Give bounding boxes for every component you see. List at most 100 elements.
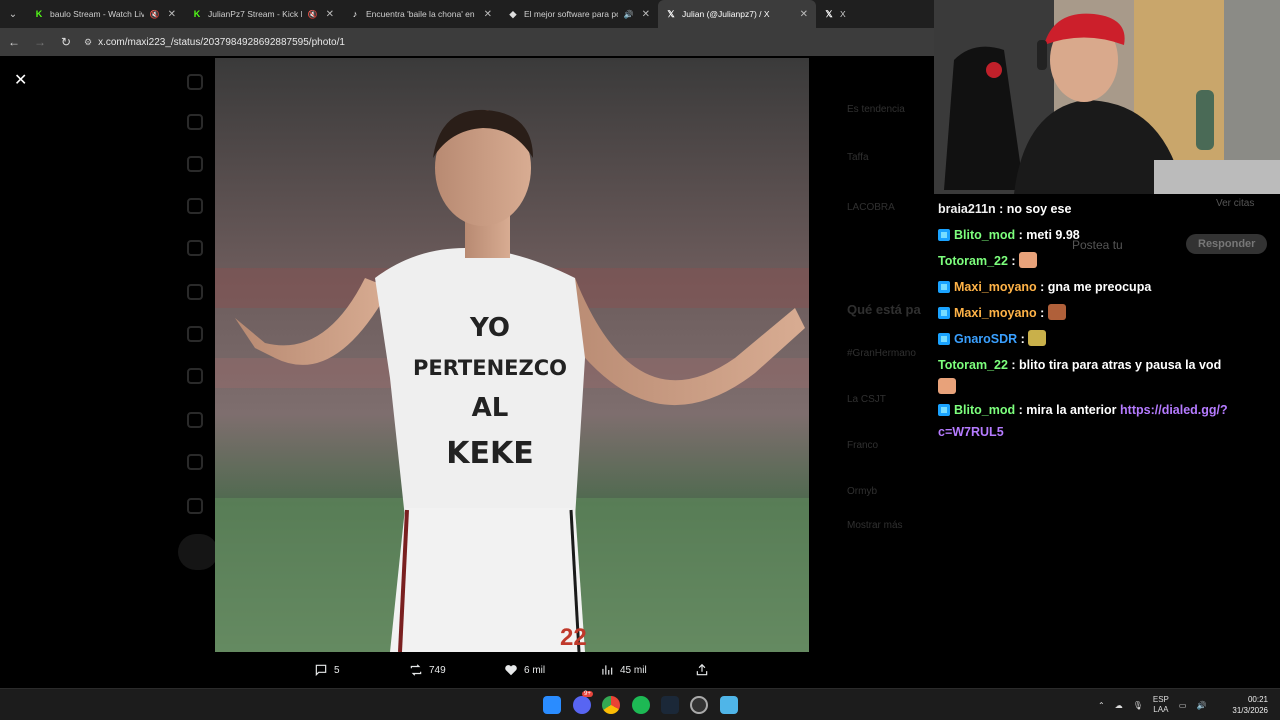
close-tab-icon[interactable]: ✕ (800, 9, 808, 20)
site-info-icon[interactable]: ⚙ (84, 37, 92, 48)
tab-2[interactable]: ♪ Encuentra 'baile la chona' en Ti ✕ (342, 0, 500, 28)
chat-username[interactable]: GnaroSDR (954, 332, 1017, 346)
chat-text: mira la anterior (1026, 403, 1117, 417)
tab-1[interactable]: K JulianPz7 Stream - Kick Das 🔇 ✕ (184, 0, 342, 28)
more-icon (187, 498, 203, 514)
views-count: 45 mil (620, 664, 647, 676)
close-tab-icon[interactable]: ✕ (642, 9, 650, 20)
clock-date: 31/3/2026 (1232, 706, 1268, 715)
tiktok-icon: ♪ (352, 9, 358, 19)
browser-tab-bar: ⌄ K baulo Stream - Watch Live o 🔇 ✕ K Ju… (0, 0, 934, 28)
obs-icon[interactable] (690, 696, 708, 714)
chat-text: meti 9.98 (1026, 228, 1080, 242)
x-icon: 𝕏 (667, 8, 675, 19)
muted-icon[interactable]: 🔇 (150, 10, 160, 19)
trend-line: #GranHermano (847, 348, 916, 359)
windows-start-icon[interactable] (543, 696, 561, 714)
steam-icon[interactable] (661, 696, 679, 714)
chat-message: braia211n : no soy ese (938, 202, 1072, 216)
communities-icon (187, 368, 203, 384)
like-button[interactable]: 6 mil (504, 663, 545, 677)
reply-count: 5 (334, 664, 340, 676)
tab-search-icon[interactable]: ⌄ (0, 0, 26, 28)
network-icon[interactable]: ▭ (1179, 701, 1187, 710)
onedrive-icon[interactable]: ☁ (1115, 701, 1123, 710)
trend-line: LACOBRA (847, 202, 895, 213)
chat-username[interactable]: Blito_mod (954, 403, 1015, 417)
shirt-line: AL (471, 393, 509, 423)
share-button[interactable] (695, 663, 709, 677)
bookmarks-icon (187, 326, 203, 342)
tab-4[interactable]: 𝕏 Julian (@Julianpz7) / X ✕ (658, 0, 816, 28)
mod-badge-icon (938, 307, 950, 319)
mod-badge-icon (938, 404, 950, 416)
audio-icon[interactable]: 🔊 (624, 10, 634, 19)
grok-icon (187, 284, 203, 300)
back-icon[interactable]: ← (6, 35, 22, 49)
tab-title: JulianPz7 Stream - Kick Das (208, 9, 302, 19)
repost-button[interactable]: 749 (409, 663, 446, 677)
system-tray: ⌃ ☁ 🎙 ESP LAA ▭ 🔊 (1098, 689, 1206, 720)
home-icon (187, 114, 203, 130)
tab-5[interactable]: 𝕏 X (816, 0, 916, 28)
chat-text: gna me preocupa (1047, 280, 1152, 294)
messages-icon (187, 240, 203, 256)
clock-time: 00:21 (1247, 695, 1268, 704)
spotify-icon[interactable] (632, 696, 650, 714)
x-logo-icon (187, 74, 203, 90)
chrome-icon[interactable] (602, 696, 620, 714)
close-tab-icon[interactable]: ✕ (326, 9, 334, 20)
app-icon: ◆ (509, 8, 517, 19)
explore-icon (187, 156, 203, 172)
url-field[interactable]: ⚙ x.com/maxi223_/status/2037984928692887… (84, 37, 345, 48)
trend-line: Taffa (847, 152, 869, 163)
close-tab-icon[interactable]: ✕ (168, 9, 176, 20)
chat-username[interactable]: Blito_mod (954, 228, 1015, 242)
app-f-icon[interactable] (720, 696, 738, 714)
tab-title: El mejor software para pote (524, 9, 618, 19)
notifications-icon (187, 198, 203, 214)
chat-username[interactable]: Maxi_moyano (954, 306, 1037, 320)
reply-button[interactable]: 5 (314, 663, 340, 677)
premium-icon (187, 412, 203, 428)
discord-icon[interactable]: 9+ (573, 691, 593, 714)
taskbar-clock[interactable]: 00:21 31/3/2026 (1232, 694, 1268, 716)
tab-3[interactable]: ◆ El mejor software para pote 🔊 ✕ (500, 0, 658, 28)
muted-icon[interactable]: 🔇 (308, 10, 318, 19)
microphone-icon[interactable]: 🎙 (1133, 701, 1143, 710)
chat-username[interactable]: braia211n (938, 202, 996, 216)
tray-chevron-icon[interactable]: ⌃ (1098, 701, 1105, 710)
forward-icon[interactable]: → (32, 35, 48, 49)
chat-message: GnaroSDR : (938, 328, 1272, 350)
chat-username[interactable]: Totoram_22 (938, 254, 1008, 268)
stream-chat: Ver citas Postea tu Responder braia211n … (934, 194, 1280, 688)
tab-title: Encuentra 'baile la chona' en Ti (366, 9, 476, 19)
lang-code: ESP (1152, 695, 1169, 704)
volume-icon[interactable]: 🔊 (1196, 701, 1206, 710)
thumb-emote-icon (1019, 252, 1038, 268)
language-indicator[interactable]: ESP LAA (1153, 695, 1169, 715)
discord-badge: 9+ (582, 691, 593, 697)
chat-username[interactable]: Maxi_moyano (954, 280, 1037, 294)
chat-message: Maxi_moyano : gna me preocupa (938, 276, 1272, 298)
close-viewer-icon[interactable]: ✕ (14, 70, 27, 90)
address-bar: ← → ↻ ⚙ x.com/maxi223_/status/2037984928… (0, 28, 934, 56)
share-icon (696, 663, 708, 676)
chat-message: Maxi_moyano : (938, 302, 1272, 324)
streamer-webcam (934, 0, 1280, 194)
mod-badge-icon (938, 281, 950, 293)
close-tab-icon[interactable]: ✕ (484, 9, 492, 20)
views-icon (602, 665, 613, 675)
trend-line: Qué está pa (847, 302, 921, 317)
chat-message: Totoram_22 : (938, 250, 1272, 272)
chat-text: no soy ese (1006, 202, 1072, 216)
reload-icon[interactable]: ↻ (58, 35, 74, 49)
url-text: x.com/maxi223_/status/203798492869288759… (98, 36, 345, 48)
thumb-emote-icon (938, 378, 956, 394)
lang-layout: LAA (1153, 705, 1169, 714)
chat-username[interactable]: Totoram_22 (938, 358, 1008, 372)
repost-icon (410, 664, 422, 676)
tab-0[interactable]: K baulo Stream - Watch Live o 🔇 ✕ (26, 0, 184, 28)
views-button[interactable]: 45 mil (600, 663, 647, 677)
trend-line: Franco (847, 440, 879, 451)
